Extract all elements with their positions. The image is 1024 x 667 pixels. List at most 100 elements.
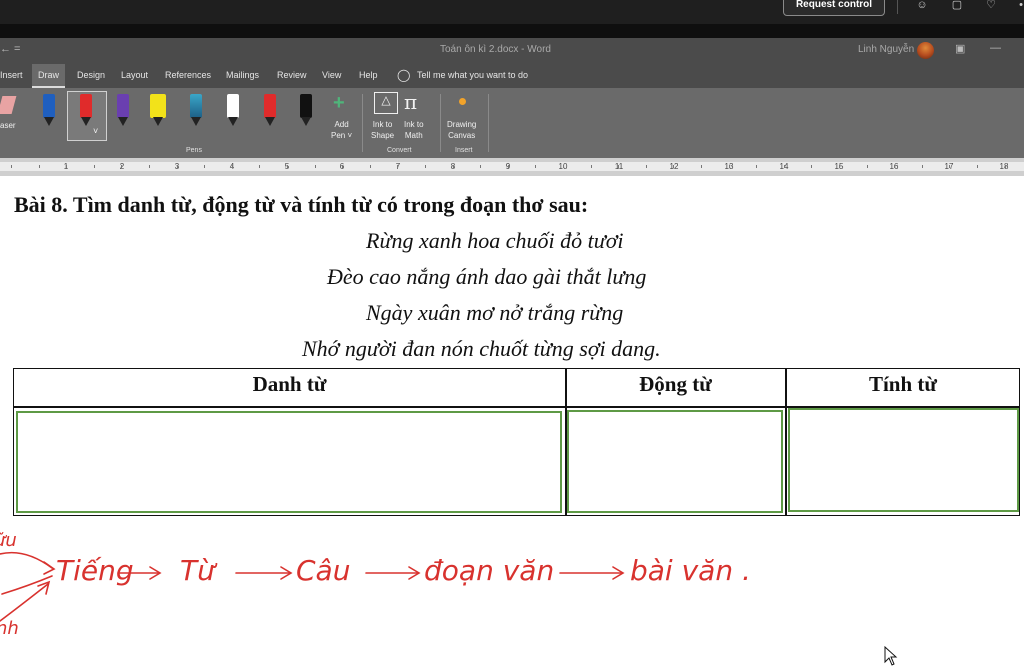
drawing-canvas-icon[interactable]: [459, 98, 466, 105]
drawing-canvas-button[interactable]: Drawing Canvas: [447, 119, 476, 141]
ink-text-fragment: ữu: [0, 530, 17, 551]
ink-arrow-stroke: [0, 551, 53, 569]
tab-review[interactable]: Review: [277, 70, 307, 80]
tab-view[interactable]: View: [322, 70, 341, 80]
ribbon-display-icon[interactable]: ▣: [955, 42, 965, 55]
ink-arrow-stroke: [0, 583, 49, 622]
word-title-bar: ← = Toán ôn kì 2.docx - Word Linh Nguyễn…: [0, 38, 1024, 64]
ruler-tick: [783, 165, 785, 168]
ruler-tick: [618, 165, 620, 168]
quick-access-toolbar[interactable]: ← =: [0, 43, 20, 55]
ruler-tick: [839, 165, 840, 168]
minimize-icon[interactable]: —: [990, 42, 1001, 54]
ribbon-tabs: Insert Draw Design Layout References Mai…: [0, 64, 1024, 88]
ink-to-shape-line1: Ink to: [372, 120, 393, 129]
tell-me-search[interactable]: Tell me what you want to do: [417, 70, 528, 80]
ruler-tick: [93, 165, 95, 168]
ruler-tick: [866, 165, 868, 168]
document-title: Toán ôn kì 2.docx - Word: [440, 44, 551, 55]
toolbar-divider: [897, 0, 898, 14]
ruler-tick: [811, 165, 813, 168]
ruler-tick: [314, 165, 316, 168]
tab-mailings[interactable]: Mailings: [226, 70, 259, 80]
ink-to-shape-button[interactable]: Ink to Shape: [371, 119, 394, 141]
pen-white[interactable]: [225, 94, 241, 128]
lightbulb-icon: ◯: [397, 68, 411, 82]
eraser-icon[interactable]: [0, 96, 17, 114]
tab-insert[interactable]: Insert: [0, 70, 23, 80]
horizontal-ruler[interactable]: 1 2 3 4 5 6 7 8 9 10 11 12 13 14 15 16 1…: [0, 158, 1024, 177]
ink-word-tu: Từ: [180, 554, 218, 587]
tab-design[interactable]: Design: [77, 70, 105, 80]
ink-to-math-icon[interactable]: π: [404, 90, 417, 114]
more-icon[interactable]: •: [1014, 0, 1024, 12]
ink-text-fragment: nh: [0, 618, 19, 639]
draw-ribbon: aser ˅ + Add Pen ˅ Pens △ Ink to Shape π I…: [0, 88, 1024, 158]
ink-to-shape-icon[interactable]: △: [374, 92, 398, 114]
chat-icon[interactable]: ▢: [950, 0, 964, 12]
group-divider: [488, 94, 489, 152]
ruler-tick: [728, 165, 730, 168]
tab-draw[interactable]: Draw: [32, 64, 66, 88]
pen-black[interactable]: [298, 94, 314, 128]
avatar[interactable]: [917, 42, 934, 59]
ruler-tick: [1004, 165, 1006, 168]
tab-layout[interactable]: Layout: [121, 70, 148, 80]
ruler-tick: [204, 165, 206, 168]
pen-purple[interactable]: [115, 94, 131, 128]
user-name[interactable]: Linh Nguyễn: [858, 44, 914, 55]
ruler-tick: [701, 165, 702, 168]
ruler-tick: [38, 165, 40, 168]
insert-group-label: Insert: [455, 147, 473, 154]
tab-references[interactable]: References: [165, 70, 211, 80]
drawing-canvas-line1: Drawing: [447, 120, 477, 129]
pen-red-2[interactable]: [262, 94, 278, 128]
ruler-tick: [535, 165, 537, 168]
pens-group-label: Pens: [186, 147, 202, 154]
teams-top-bar: Request control ☺ ▢ ♡ •: [0, 0, 1024, 24]
group-divider: [362, 94, 363, 152]
drawing-canvas-line2: Canvas: [448, 131, 476, 140]
convert-group-label: Convert: [387, 147, 412, 154]
ruler-tick: [259, 165, 261, 168]
ink-arrow-head: [43, 561, 56, 575]
add-pen-icon[interactable]: +: [333, 92, 345, 115]
pen-blue[interactable]: [41, 94, 57, 128]
tab-help[interactable]: Help: [359, 70, 378, 80]
ruler-tick: [11, 165, 12, 168]
ruler-tick: [369, 165, 371, 168]
add-pen-label-line1: Add: [334, 120, 349, 129]
shared-screen-border: [0, 24, 1024, 38]
ink-word-cau: Câu: [296, 554, 350, 587]
highlighter-yellow[interactable]: [150, 94, 166, 128]
ruler-tick: [425, 165, 426, 168]
ruler-tick: [452, 165, 454, 168]
ruler-tick: [645, 165, 647, 168]
pen-galaxy[interactable]: [188, 94, 204, 128]
ink-to-shape-line2: Shape: [371, 131, 395, 140]
group-divider: [440, 94, 441, 152]
mouse-cursor-icon: [884, 646, 898, 666]
ruler-tick: [563, 165, 564, 168]
add-pen-label-line2: Pen ˅: [331, 131, 353, 140]
document-page[interactable]: Bài 8. Tìm danh từ, động từ và tính từ c…: [0, 176, 1024, 667]
chevron-down-icon[interactable]: ˅: [93, 126, 98, 136]
reactions-icon[interactable]: ♡: [984, 0, 998, 12]
add-pen-label[interactable]: Add Pen ˅: [331, 119, 352, 141]
ruler-tick: [894, 165, 896, 168]
ink-to-math-button[interactable]: Ink to Math: [404, 119, 424, 141]
ink-annotation-layer: ữu nh Tiếng Từ Câu đoạn văn bài văn .: [0, 530, 751, 639]
ink-to-math-line2: Math: [404, 131, 423, 140]
ink-word-tieng: Tiếng: [56, 554, 134, 587]
ink-arrow-stroke: [1, 575, 53, 595]
ruler-tick: [921, 165, 923, 168]
pen-red[interactable]: [78, 94, 94, 128]
ruler-tick: [149, 165, 150, 168]
people-icon[interactable]: ☺: [915, 0, 929, 12]
ruler-tick: [673, 165, 675, 168]
ruler-tick: [480, 165, 482, 168]
ink-word-doan-van: đoạn văn: [424, 554, 554, 587]
request-control-button[interactable]: Request control: [783, 0, 885, 16]
ruler-tick: [121, 165, 123, 168]
ruler-tick: [590, 165, 592, 168]
